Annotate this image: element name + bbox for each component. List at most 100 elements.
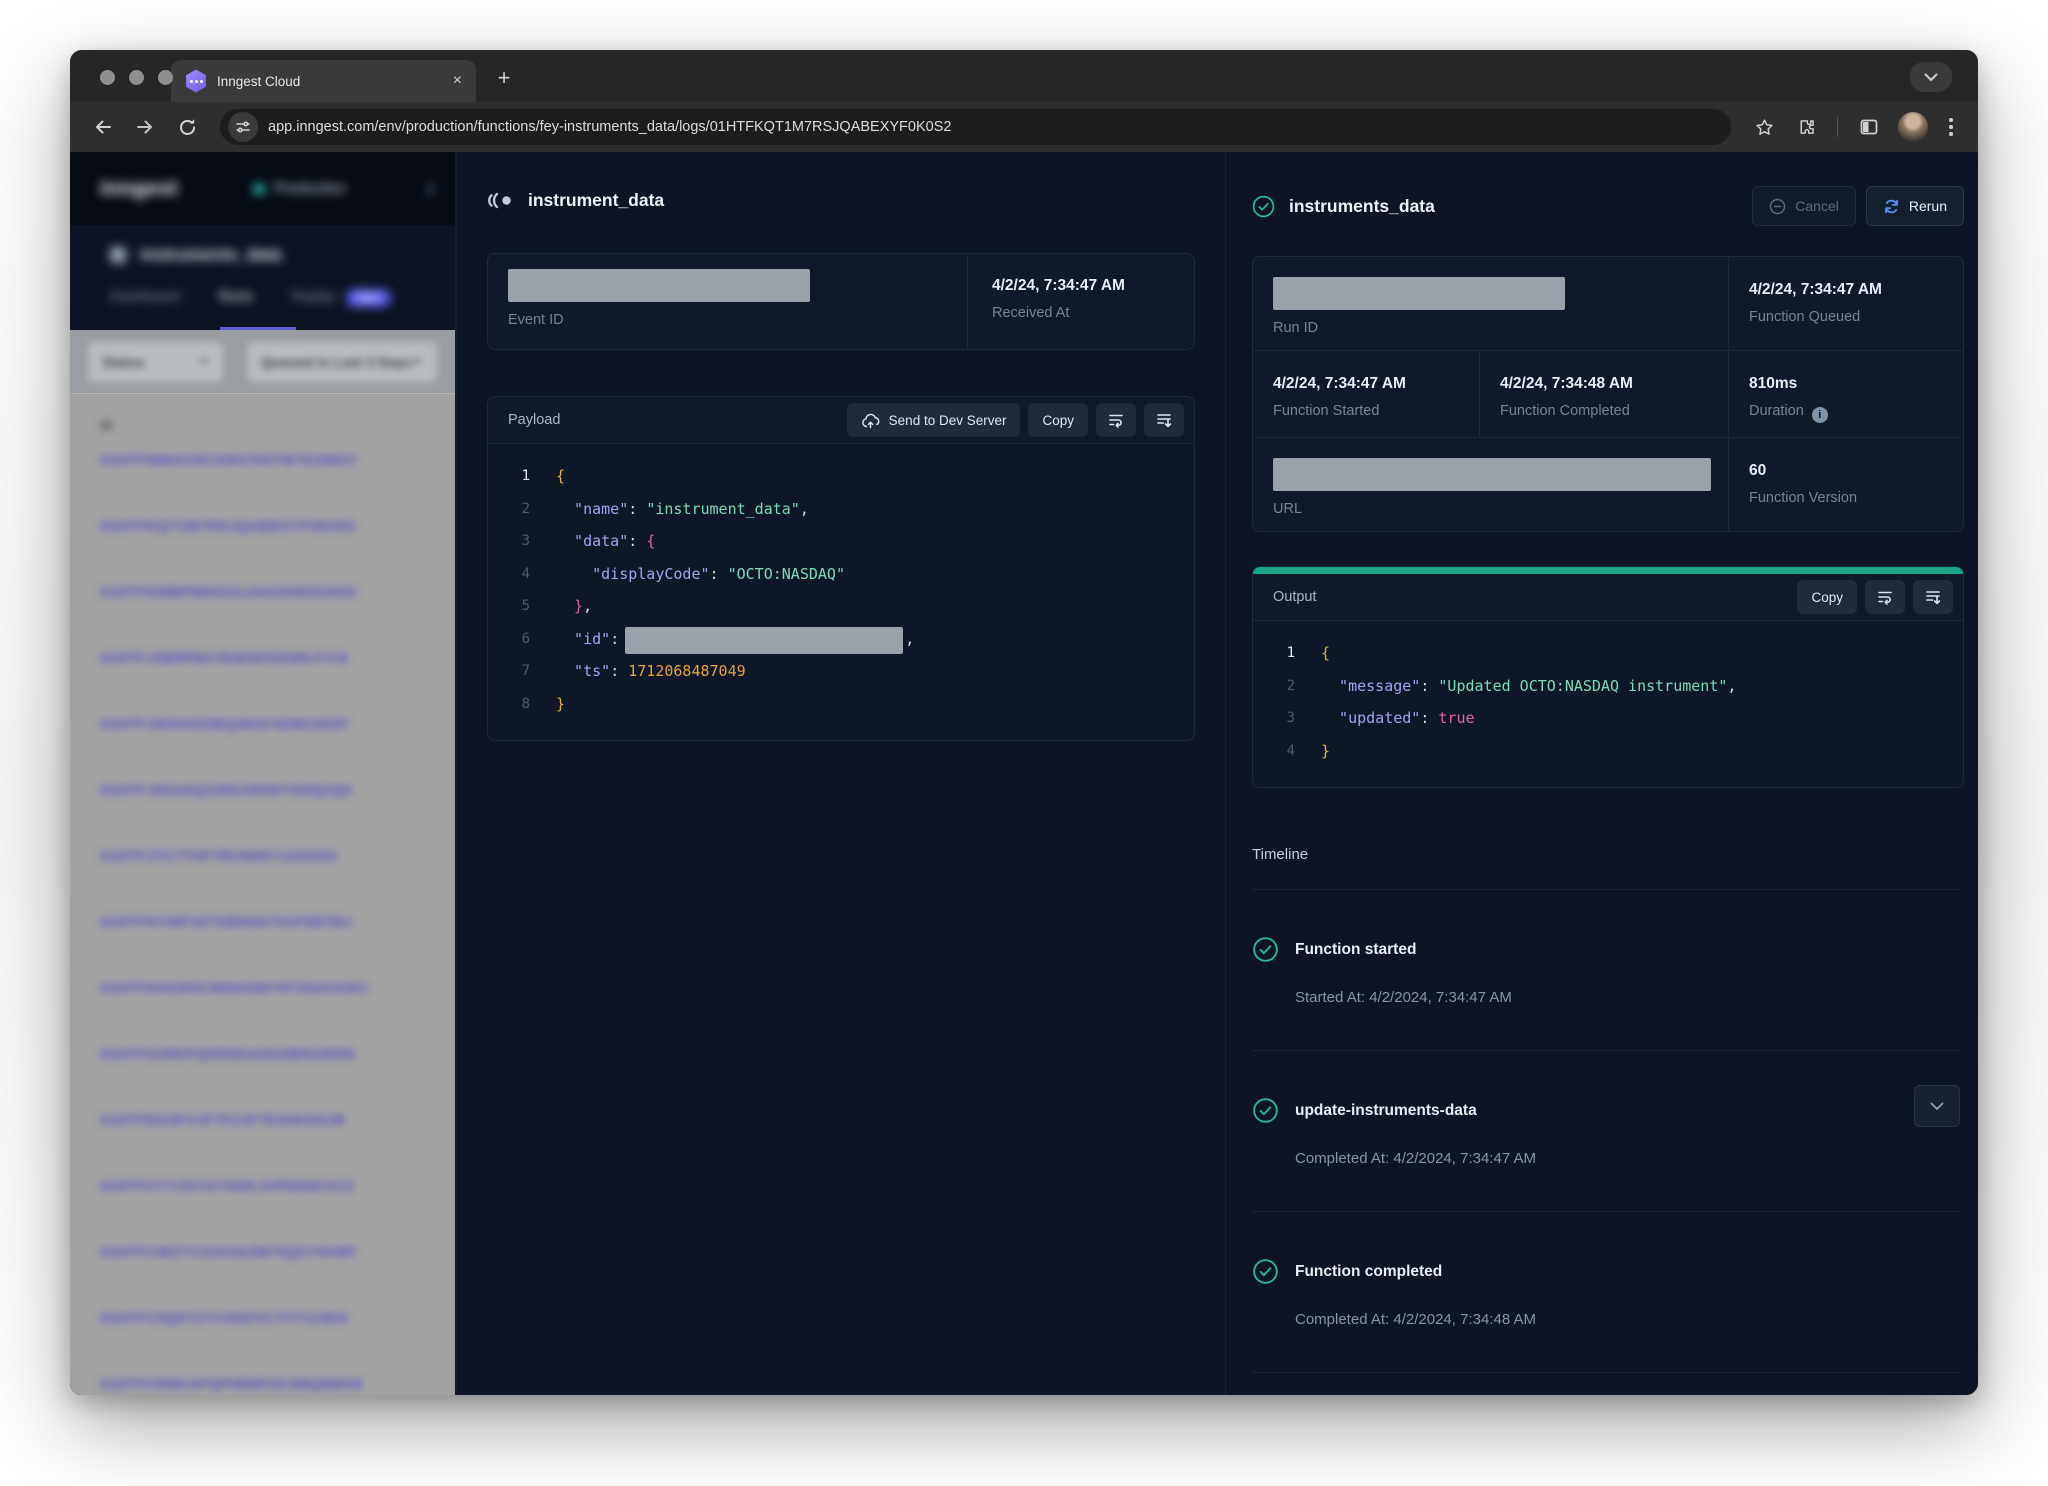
run-detail-panel: instruments_data Cancel Rerun <box>1226 152 1978 1395</box>
tab-dashboard[interactable]: Dashboard <box>110 289 181 305</box>
minimize-window-icon[interactable] <box>129 70 144 85</box>
runs-sidebar: inngest Production ▲▼ instruments_data <box>70 152 456 1395</box>
function-started-cell: 4/2/24, 7:34:47 AM Function Started <box>1253 351 1480 438</box>
tab-runs[interactable]: Runs <box>219 289 253 305</box>
run-id-link[interactable]: 01HTFCYYZ0YGY0DKJVP82NKXCZ <box>70 1173 455 1239</box>
environment-header: inngest Production ▲▼ <box>70 152 455 225</box>
run-id-link[interactable]: 01HTFKQT1M7RSJQABEXYF0K0S2 <box>70 513 455 579</box>
browser-tab[interactable]: Inngest Cloud <box>171 60 476 102</box>
payload-copy-button[interactable]: Copy <box>1028 403 1088 437</box>
run-id-link[interactable]: 01HTFKMBPMD0ZAJ4AG04KD3A02 <box>70 579 455 645</box>
run-header: instruments_data Cancel Rerun <box>1252 186 1964 226</box>
browser-tabstrip: Inngest Cloud <box>70 50 1978 102</box>
duration-label: Duration <box>1749 403 1943 423</box>
reload-icon[interactable] <box>168 108 206 146</box>
payload-header: Payload Send to Dev Server Copy <box>488 397 1194 443</box>
output-header: Output Copy <box>1253 574 1963 620</box>
environment-name: Production <box>274 180 346 197</box>
function-name: instruments_data <box>140 245 282 265</box>
function-queued-cell: 4/2/24, 7:34:47 AM Function Queued <box>1729 257 1963 351</box>
url-cell: URL <box>1253 438 1729 531</box>
output-copy-button[interactable]: Copy <box>1797 580 1857 614</box>
timeline-item-function-started: Function started Started At: 4/2/2024, 7… <box>1252 890 1960 1051</box>
site-settings-icon[interactable] <box>228 112 258 142</box>
toolbar-divider <box>1837 117 1838 137</box>
bookmark-star-icon[interactable] <box>1745 108 1783 146</box>
payload-title: Payload <box>508 412 839 428</box>
event-title-row: instrument_data <box>487 190 1195 211</box>
success-accent-bar <box>1253 567 1963 574</box>
payload-card: Payload Send to Dev Server Copy <box>487 396 1195 741</box>
environment-switcher[interactable]: Production <box>254 180 346 197</box>
chevron-down-icon: ▼ <box>412 356 423 368</box>
tab-replay[interactable]: ReplayNew <box>291 289 391 305</box>
environment-status-dot-icon <box>254 184 264 194</box>
run-id-link[interactable]: 01HTFJ3B9PB27EWGK5Z086JYC8 <box>70 645 455 711</box>
zoom-window-icon[interactable] <box>158 70 173 85</box>
expand-step-button[interactable] <box>1914 1085 1960 1127</box>
desktop-background: Inngest Cloud app.inngest <box>0 0 2048 1486</box>
cancel-button[interactable]: Cancel <box>1752 186 1856 226</box>
timeline: Timeline Function started Started At: 4/… <box>1252 846 1964 1373</box>
run-id-link[interactable]: 01HTFHXGR0CWNHSWY8T3NAVGRC <box>70 975 455 1041</box>
run-id-link[interactable]: 01HTFJ7C7THF7RVN05Y1103253 <box>70 843 455 909</box>
tab-close-icon[interactable] <box>453 73 462 89</box>
send-to-dev-server-button[interactable]: Send to Dev Server <box>847 403 1021 437</box>
extensions-icon[interactable] <box>1787 108 1825 146</box>
runs-filters: Status▼ Queued in Last 3 Days▼ <box>70 330 455 394</box>
run-id-link[interactable]: 01HTFJ6DA6Q2385JWNHYE8Q2Q0 <box>70 777 455 843</box>
output-code: 1{2 "message": "Updated OCTO:NASDAQ inst… <box>1253 620 1963 787</box>
profile-avatar[interactable] <box>1898 112 1928 142</box>
runs-list-redacted: Status▼ Queued in Last 3 Days▼ ID 01HTFN… <box>70 330 455 1395</box>
scroll-to-bottom-icon[interactable] <box>1144 403 1184 437</box>
browser-window: Inngest Cloud app.inngest <box>70 50 1978 1395</box>
inngest-logo[interactable]: inngest <box>100 177 178 201</box>
run-id-link[interactable]: 01HTFCR9KAPQP0R8PZK3MQNMX8 <box>70 1371 455 1395</box>
duration-cell: 810ms Duration <box>1729 351 1963 438</box>
received-at-value: 4/2/24, 7:34:47 AM <box>992 277 1170 295</box>
side-panel-icon[interactable] <box>1850 108 1888 146</box>
check-circle-icon <box>1252 936 1279 963</box>
browser-menu-icon[interactable] <box>1938 110 1964 144</box>
function-version-cell: 60 Function Version <box>1729 438 1963 531</box>
scroll-to-bottom-icon[interactable] <box>1913 580 1953 614</box>
timeline-item-function-completed: Function completed Completed At: 4/2/202… <box>1252 1212 1960 1373</box>
run-id-link[interactable]: 01HTFJ9HHVE0BQ48AF4DM13E9T <box>70 711 455 777</box>
chevron-down-icon: ▼ <box>198 356 209 368</box>
run-id-link[interactable]: 01HTFG38KPQ5R9E4A910BRARRN <box>70 1041 455 1107</box>
run-id-link[interactable]: 01HTFC5Q07ZYVXNZVC7VT1Z4K6 <box>70 1305 455 1371</box>
run-id-link[interactable]: 01HTFN86XV8CXWS7657W7E3WDY <box>70 447 455 513</box>
wrap-text-icon[interactable] <box>1865 580 1905 614</box>
run-id-link[interactable]: 01HTFCWZ7CZ2X3AZM75QEYNH8F <box>70 1239 455 1305</box>
event-id-cell: Event ID <box>488 254 968 349</box>
close-window-icon[interactable] <box>100 70 115 85</box>
run-id-redacted <box>1273 277 1565 310</box>
status-filter-dropdown[interactable]: Status▼ <box>88 342 223 382</box>
payload-code: 1{2 "name": "instrument_data",3 "data": … <box>488 443 1194 740</box>
time-range-filter-dropdown[interactable]: Queued in Last 3 Days▼ <box>247 342 437 382</box>
url-text: app.inngest.com/env/production/functions… <box>268 119 951 135</box>
address-bar[interactable]: app.inngest.com/env/production/functions… <box>220 109 1731 145</box>
event-info-card: Event ID 4/2/24, 7:34:47 AM Received At <box>487 253 1195 350</box>
wrap-text-icon[interactable] <box>1096 403 1136 437</box>
check-circle-icon <box>1252 1258 1279 1285</box>
forward-icon[interactable] <box>126 108 164 146</box>
check-circle-icon <box>1252 1097 1279 1124</box>
browser-toolbar: app.inngest.com/env/production/functions… <box>70 102 1978 152</box>
run-id-link[interactable]: 01HTFEG3FVJF7FZJF7EA5KN3JR <box>70 1107 455 1173</box>
url-redacted <box>1273 458 1711 491</box>
info-icon[interactable] <box>1812 407 1828 423</box>
timeline-item-step: update-instruments-data Completed At: 4/… <box>1252 1051 1960 1212</box>
new-tab-button[interactable] <box>488 62 520 94</box>
active-tab-underline <box>220 327 296 330</box>
new-badge: New <box>346 289 391 307</box>
window-controls[interactable] <box>100 70 173 85</box>
tab-overflow-chevron-icon[interactable] <box>1910 62 1952 92</box>
back-icon[interactable] <box>84 108 122 146</box>
refresh-icon <box>1883 198 1900 215</box>
run-id-link[interactable]: 01HTFHYWF32TSB9HGT01F5BTBJ <box>70 909 455 975</box>
cloud-upload-icon <box>861 412 880 429</box>
rerun-button[interactable]: Rerun <box>1866 186 1964 226</box>
minus-circle-icon <box>1769 198 1786 215</box>
environment-chevrons-icon[interactable]: ▲▼ <box>426 181 435 197</box>
